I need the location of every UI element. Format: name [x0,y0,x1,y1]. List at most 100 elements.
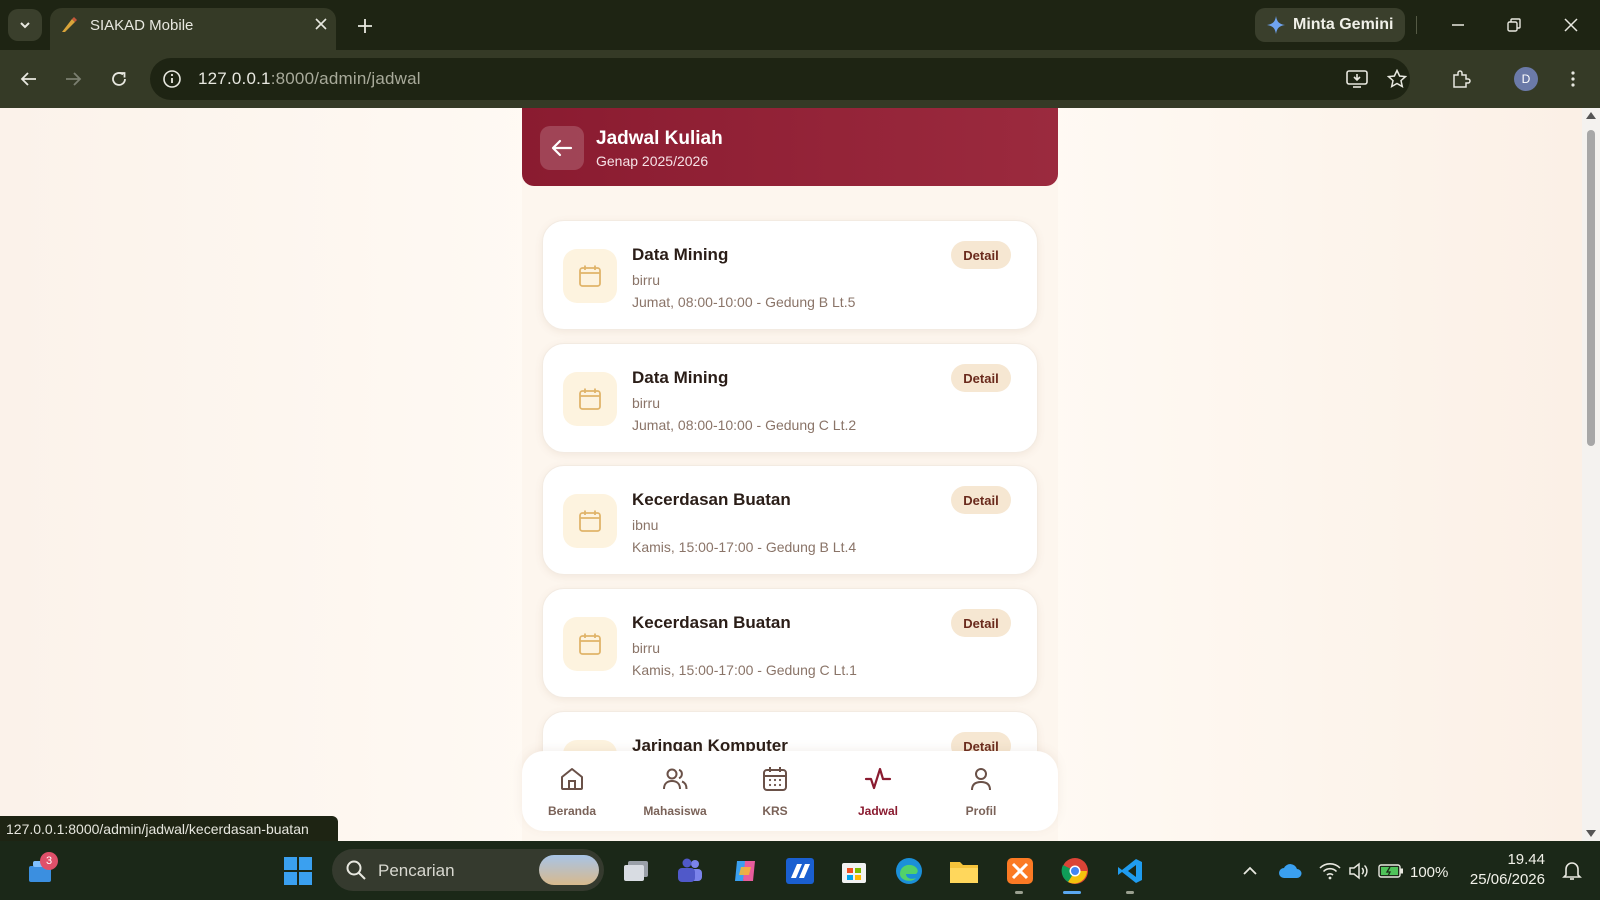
copilot-button[interactable] [727,853,763,889]
task-view-button[interactable] [618,853,654,889]
app-logo-icon [786,858,814,884]
arrow-left-icon [551,139,573,157]
close-icon [1564,18,1578,32]
detail-button[interactable]: Detail [951,364,1011,392]
browser-menu-button[interactable] [1558,64,1588,94]
detail-button[interactable]: Detail [951,609,1011,637]
start-button[interactable] [280,853,316,889]
activity-icon [864,767,892,790]
url-text[interactable]: 127.0.0.1:8000/admin/jadwal [198,69,421,89]
app-button[interactable] [782,853,818,889]
folder-icon [950,862,978,883]
xampp-button[interactable] [1002,853,1038,889]
calendar-icon [579,633,601,655]
edge-button[interactable] [891,853,927,889]
bookmark-button[interactable] [1382,64,1412,94]
store-button[interactable] [836,853,872,889]
user-icon [971,768,991,791]
running-indicator [1126,891,1134,894]
schedule-card[interactable]: Kecerdasan Buatan ibnu Kamis, 15:00-17:00 … [542,465,1038,575]
users-icon [663,768,688,790]
windows-taskbar: Pencarian 100% [0,841,1600,900]
lecturer-name: birru [632,640,661,656]
vscode-button[interactable] [1112,853,1148,889]
forward-button[interactable] [58,64,88,94]
install-app-button[interactable] [1342,64,1372,94]
show-hidden-icons-button[interactable] [1232,853,1268,889]
calendar-badge [563,372,617,426]
schedule-time-room: Kamis, 15:00-17:00 - Gedung B Lt.4 [632,539,857,555]
file-explorer-button[interactable] [946,853,982,889]
separator [1416,16,1417,34]
close-icon [315,18,327,30]
widgets-badge: 3 [40,852,58,870]
page-scrollbar[interactable] [1582,108,1600,841]
scrollbar-thumb[interactable] [1587,130,1595,446]
page-header: Jadwal Kuliah Genap 2025/2026 [522,108,1058,186]
edge-icon [896,858,922,884]
link-status-url: 127.0.0.1:8000/admin/jadwal/kecerdasan-b… [0,816,338,842]
url-host: 127.0.0.1 [198,69,271,88]
battery-button[interactable] [1373,853,1409,889]
scroll-up-arrow-icon[interactable] [1586,112,1596,119]
new-tab-button[interactable] [352,13,378,39]
task-view-icon [624,861,648,881]
close-window-button[interactable] [1553,10,1589,40]
nav-item-beranda[interactable]: Beranda [527,765,617,818]
chevron-down-icon [20,22,30,29]
course-name: Data Mining [632,368,729,387]
nav-item-krs[interactable]: KRS [730,765,820,818]
active-app-indicator [1063,891,1081,894]
schedule-time-room: Kamis, 15:00-17:00 - Gedung C Lt.1 [632,662,857,678]
browser-tab-strip: SIAKAD Mobile Minta Gemini [0,0,1600,50]
extensions-button[interactable] [1446,64,1476,94]
puzzle-icon [1453,70,1471,88]
nav-item-profil[interactable]: Profil [936,765,1026,818]
chrome-button[interactable] [1057,853,1093,889]
page-viewport: Jadwal Kuliah Genap 2025/2026 Data Minin… [0,108,1582,841]
nav-item-jadwal[interactable]: Jadwal [833,765,923,818]
schedule-card[interactable]: Data Mining birru Jumat, 08:00-10:00 - Ged… [542,343,1038,453]
more-vertical-icon [1571,71,1575,87]
minimize-button[interactable] [1440,10,1476,40]
nav-item-mahasiswa[interactable]: Mahasiswa [630,765,720,818]
star-icon [1387,69,1407,88]
arrow-left-icon [20,72,36,86]
address-bar[interactable]: 127.0.0.1:8000/admin/jadwal [150,58,1410,100]
back-button[interactable] [14,64,44,94]
tab-search-button[interactable] [8,9,42,41]
chrome-icon [1061,858,1088,884]
restore-icon [1507,18,1521,32]
volume-button[interactable] [1341,853,1377,889]
home-icon [561,768,583,790]
scroll-down-arrow-icon[interactable] [1586,830,1596,837]
notifications-button[interactable] [1554,853,1590,889]
install-icon [1346,70,1368,88]
detail-button[interactable]: Detail [951,241,1011,269]
calendar-icon [579,388,601,410]
restore-button[interactable] [1496,10,1532,40]
profile-avatar[interactable]: D [1514,67,1538,91]
back-button[interactable] [540,126,584,170]
taskbar-search[interactable]: Pencarian [332,849,604,891]
cloud-icon [1279,864,1302,878]
nav-label: Beranda [547,804,597,818]
browser-toolbar: 127.0.0.1:8000/admin/jadwal D [0,50,1600,108]
schedule-card[interactable]: Data Mining birru Jumat, 08:00-10:00 - Ged… [542,220,1038,330]
xampp-icon [1007,858,1033,884]
store-icon [842,863,866,883]
gemini-button[interactable]: Minta Gemini [1255,8,1405,42]
lecturer-name: ibnu [632,517,659,533]
teams-icon [678,858,702,882]
teams-button[interactable] [672,853,708,889]
arrow-right-icon [66,72,82,86]
reload-button[interactable] [104,64,134,94]
battery-charging-icon [1378,864,1403,878]
site-info-icon[interactable] [162,69,182,89]
onedrive-button[interactable] [1272,853,1308,889]
tab-close-button[interactable] [310,13,332,35]
schedule-card[interactable]: Kecerdasan Buatan birru Kamis, 15:00-17:00… [542,588,1038,698]
detail-button[interactable]: Detail [951,486,1011,514]
system-clock[interactable]: 19.44 25/06/2026 [1465,850,1545,890]
calendar-badge [563,617,617,671]
